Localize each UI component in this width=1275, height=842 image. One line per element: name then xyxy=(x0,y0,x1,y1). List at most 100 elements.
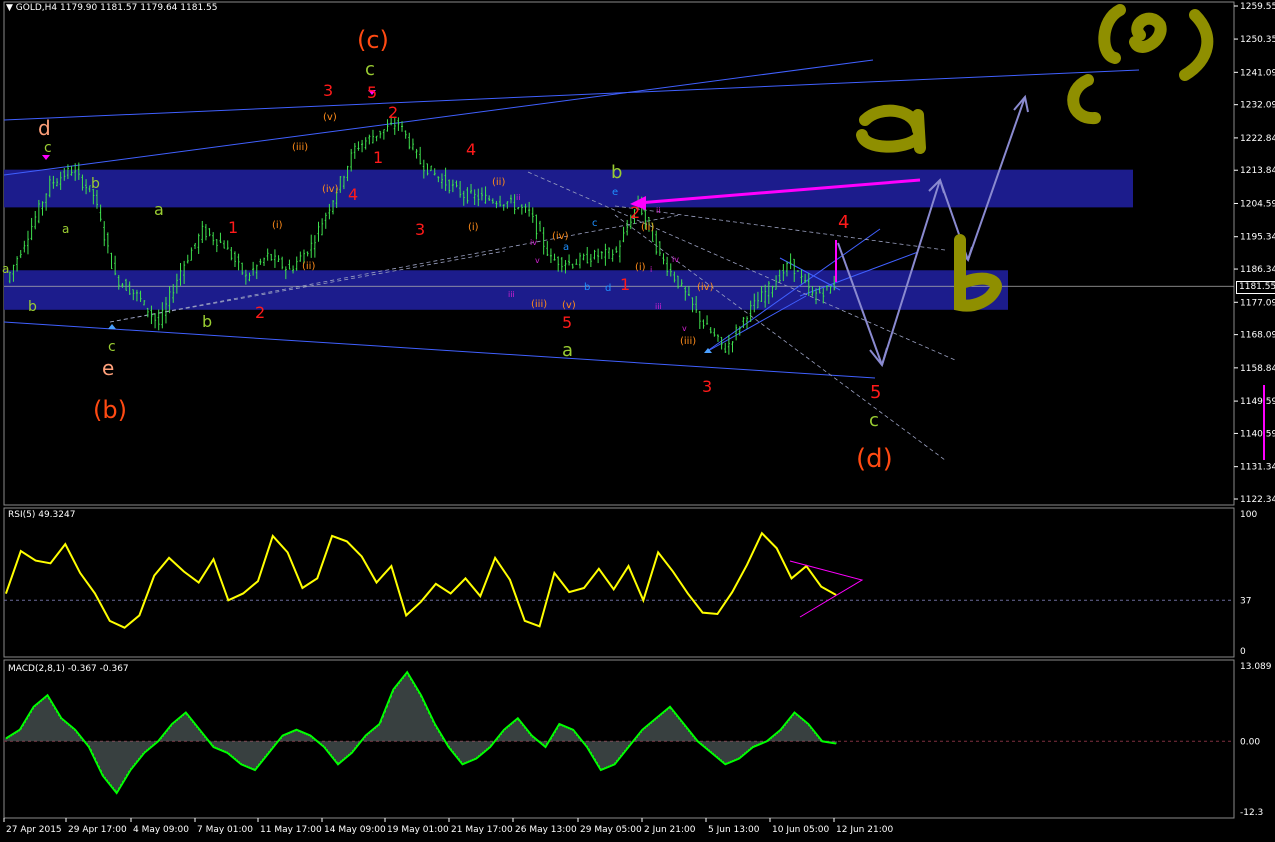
rsi-point xyxy=(509,579,511,581)
wave-label: v xyxy=(535,256,540,265)
wave-label: b xyxy=(28,299,37,315)
macd-point xyxy=(226,752,228,754)
rsi-point xyxy=(183,571,185,573)
macd-point xyxy=(558,723,560,725)
wave-label: b xyxy=(584,282,590,293)
wave-label: (ii) xyxy=(492,177,505,188)
wave-label: e xyxy=(612,187,618,198)
macd-point xyxy=(268,752,270,754)
macd-point xyxy=(572,729,574,731)
macd-point xyxy=(323,746,325,748)
trendline xyxy=(3,59,874,176)
wave-label: 3 xyxy=(415,220,425,239)
price-tick-label: 1131.34 xyxy=(1240,463,1275,473)
pivot-arrow xyxy=(108,324,116,329)
price-tick-label: 1195.34 xyxy=(1240,233,1275,243)
price-tick-label: 1204.59 xyxy=(1240,199,1275,209)
macd-point xyxy=(379,723,380,725)
price-tick-label: 1158.84 xyxy=(1240,364,1275,374)
wave-label: c xyxy=(108,339,116,355)
wave-label: e xyxy=(102,356,114,380)
macd-point xyxy=(586,746,588,748)
macd-point xyxy=(33,706,35,708)
wave-label: (ii) xyxy=(302,261,315,272)
rsi-point xyxy=(761,532,763,534)
wave-label: a xyxy=(2,262,9,276)
rsi-point xyxy=(731,591,733,593)
price-tick-label: 1213.84 xyxy=(1240,166,1275,176)
wave-label: 1 xyxy=(620,275,630,294)
wave-label: 2 xyxy=(255,303,265,322)
handwritten-e xyxy=(1098,4,1214,81)
rsi-point xyxy=(5,592,7,594)
price-tick-label: 1186.34 xyxy=(1240,265,1275,275)
rsi-point xyxy=(494,557,496,559)
dropdown-icon[interactable]: ▼ xyxy=(6,3,13,13)
price-tick-label: 1232.09 xyxy=(1240,101,1275,111)
macd-point xyxy=(669,706,671,708)
time-tick-label: 5 Jun 13:00 xyxy=(708,825,760,835)
time-tick-label: 27 Apr 2015 xyxy=(6,825,62,835)
wave-label: (iii) xyxy=(680,336,696,347)
macd-point xyxy=(489,746,491,748)
time-tick-label: 21 May 17:00 xyxy=(451,825,513,835)
resistance-zone xyxy=(4,169,1133,208)
macd-header: MACD(2,8,1) -0.367 -0.367 xyxy=(8,664,129,674)
rsi-point xyxy=(361,555,363,557)
dashed-channel-line xyxy=(614,205,946,251)
wave-label: 4 xyxy=(348,185,358,204)
macd-point xyxy=(392,689,394,691)
rsi-point xyxy=(450,592,452,594)
macd-axis-label: 13.089 xyxy=(1240,662,1272,672)
wave-label: (iv) xyxy=(697,282,714,293)
handwritten-text: (e) xyxy=(1100,69,1102,71)
wave-label: c xyxy=(365,59,375,80)
rsi-point xyxy=(702,612,704,614)
rsi-point xyxy=(479,595,481,597)
current-price-box: 1181.55 xyxy=(1236,281,1275,294)
wave-label: b xyxy=(611,162,622,183)
symbol-label: GOLD,H4 xyxy=(15,3,58,13)
chart-canvas[interactable]: 1259.551250.351241.091232.091222.841213.… xyxy=(0,0,1275,838)
time-tick-label: 14 May 09:00 xyxy=(324,825,386,835)
wave-label: ii xyxy=(656,206,660,215)
rsi-point xyxy=(124,627,126,629)
macd-point xyxy=(766,740,768,742)
macd-point xyxy=(157,740,159,742)
price-tick-label: 1259.55 xyxy=(1240,2,1275,12)
time-tick-label: 19 May 01:00 xyxy=(387,825,449,835)
wave-label: c xyxy=(869,410,879,431)
macd-axis-label: -12.3 xyxy=(1240,808,1263,818)
macd-point xyxy=(199,729,201,731)
macd-point xyxy=(600,769,602,771)
macd-point xyxy=(794,712,795,714)
macd-point xyxy=(517,717,519,719)
rsi-axis-label: 0 xyxy=(1240,647,1246,657)
rsi-point xyxy=(405,614,407,616)
wave-label: 3 xyxy=(702,377,712,396)
rsi-point xyxy=(138,614,140,616)
wave-label: (i) xyxy=(468,222,479,233)
price-tick-label: 1222.84 xyxy=(1240,134,1275,144)
rsi-point xyxy=(35,560,37,562)
wave-label: b xyxy=(202,312,212,331)
wave-label: a xyxy=(562,340,573,361)
rsi-point xyxy=(20,550,22,552)
price-tick-label: 1168.09 xyxy=(1240,331,1275,341)
rsi-point xyxy=(213,558,214,560)
macd-point xyxy=(19,729,21,731)
rsi-point xyxy=(613,588,615,590)
macd-point xyxy=(240,763,242,765)
price-tick-label: 1140.59 xyxy=(1240,429,1275,439)
wave-label: (i) xyxy=(635,262,646,273)
rsi-point xyxy=(257,580,259,582)
macd-point xyxy=(462,763,463,765)
macd-point xyxy=(420,694,422,696)
macd-point xyxy=(503,729,505,731)
wave-label: 5 xyxy=(562,313,572,332)
rsi-axis-label: 37 xyxy=(1240,596,1251,606)
wave-label: ii xyxy=(516,193,520,202)
rsi-point xyxy=(791,577,793,579)
time-tick-label: 7 May 01:00 xyxy=(197,825,253,835)
macd-point xyxy=(171,723,173,725)
